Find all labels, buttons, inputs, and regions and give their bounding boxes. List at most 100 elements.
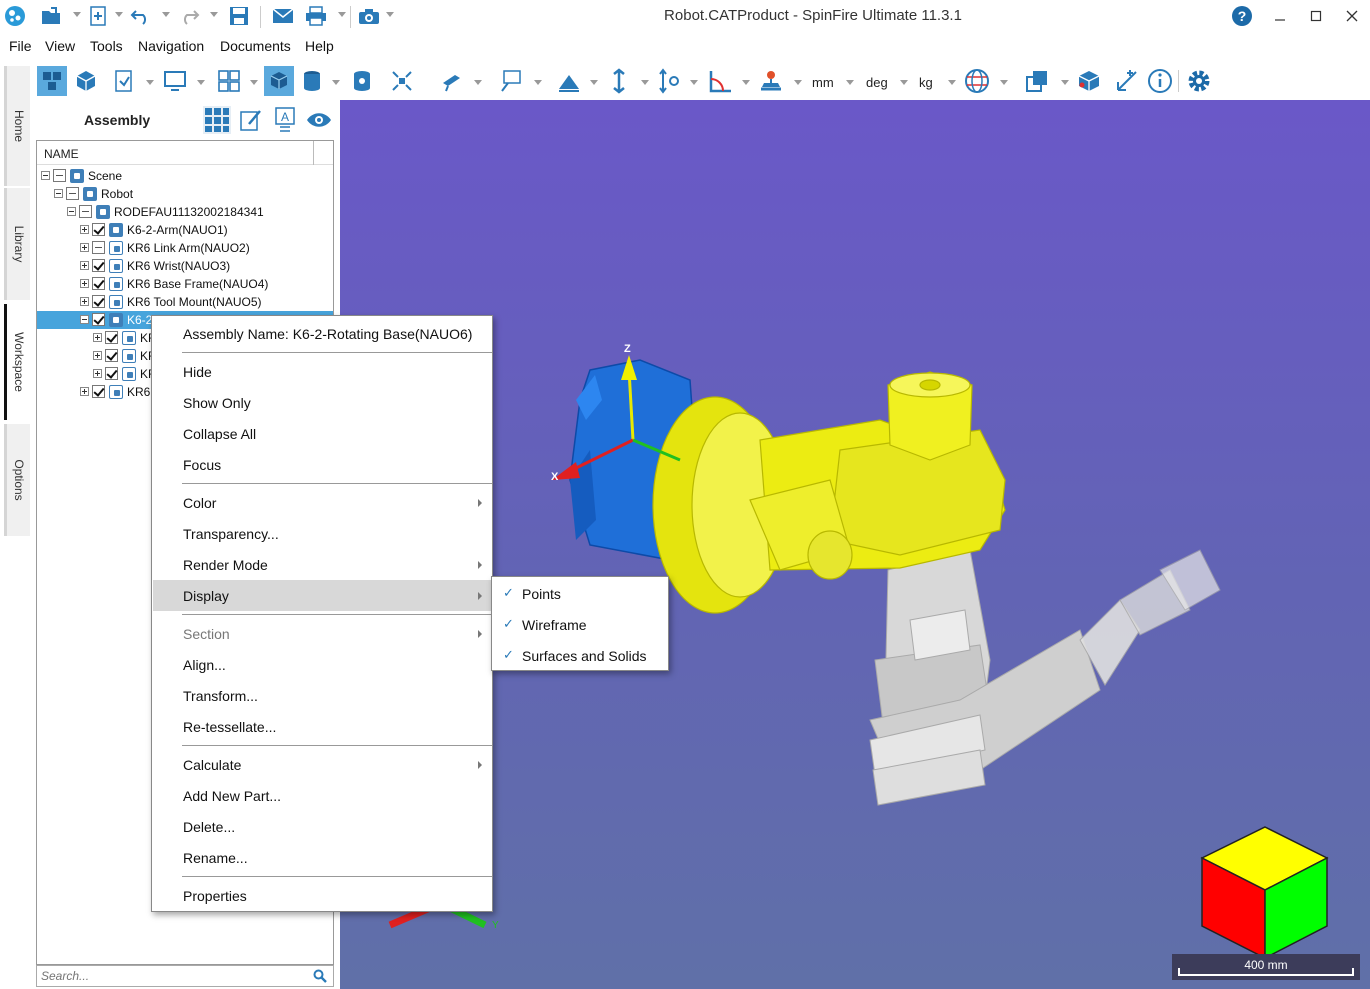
compare-dropdown-icon[interactable]: [1061, 80, 1069, 85]
collapse-toggle[interactable]: [54, 189, 63, 198]
menu-item-properties[interactable]: Properties: [153, 880, 491, 911]
undo-icon[interactable]: [130, 5, 152, 27]
expand-toggle[interactable]: [80, 243, 89, 252]
angle-dropdown-icon[interactable]: [742, 80, 750, 85]
menu-item-focus[interactable]: Focus: [153, 449, 491, 480]
mass-unit-dropdown-icon[interactable]: [948, 80, 956, 85]
menu-view[interactable]: View: [45, 38, 75, 54]
column-separator[interactable]: [313, 141, 314, 165]
menu-item-show-only[interactable]: Show Only: [153, 387, 491, 418]
redo-icon[interactable]: [178, 5, 200, 27]
monitor-dropdown-icon[interactable]: [197, 80, 205, 85]
visibility-checkbox[interactable]: [105, 349, 118, 362]
menu-item-transparency[interactable]: Transparency...: [153, 518, 491, 549]
menu-item-rename[interactable]: Rename...: [153, 842, 491, 873]
menu-item-color[interactable]: Color: [153, 487, 491, 518]
document-dropdown-icon[interactable]: [146, 80, 154, 85]
visibility-checkbox[interactable]: [79, 205, 92, 218]
angle-unit-label[interactable]: deg: [866, 75, 888, 90]
collapse-toggle[interactable]: [41, 171, 50, 180]
submenu-item-points[interactable]: ✓ Points: [493, 578, 667, 609]
menu-item-hide[interactable]: Hide: [153, 356, 491, 387]
menu-documents[interactable]: Documents: [220, 38, 291, 54]
collapse-toggle[interactable]: [67, 207, 76, 216]
new-dropdown-icon[interactable]: [115, 12, 123, 17]
globe-icon[interactable]: [962, 66, 992, 96]
visibility-checkbox[interactable]: [92, 313, 105, 326]
visibility-checkbox[interactable]: [105, 367, 118, 380]
visibility-checkbox[interactable]: [92, 295, 105, 308]
info-icon[interactable]: [1145, 66, 1175, 96]
visibility-checkbox[interactable]: [105, 331, 118, 344]
box-view-icon[interactable]: [71, 66, 101, 96]
open-icon[interactable]: [40, 5, 62, 27]
tree-row[interactable]: KR6 Base Frame(NAUO4): [37, 275, 333, 293]
document-icon[interactable]: [109, 66, 139, 96]
expand-toggle[interactable]: [80, 387, 89, 396]
distance-icon[interactable]: [604, 66, 634, 96]
tab-workspace[interactable]: Workspace: [4, 304, 30, 420]
min-distance-dropdown-icon[interactable]: [690, 80, 698, 85]
minimize-icon[interactable]: [1266, 4, 1294, 28]
axis-icon[interactable]: [1112, 66, 1142, 96]
redo-dropdown-icon[interactable]: [210, 12, 218, 17]
email-icon[interactable]: [272, 5, 294, 27]
collapse-toggle[interactable]: [80, 315, 89, 324]
mass-icon[interactable]: [756, 66, 786, 96]
menu-item-transform[interactable]: Transform...: [153, 680, 491, 711]
menu-item-render-mode[interactable]: Render Mode: [153, 549, 491, 580]
tree-row[interactable]: Scene: [37, 167, 333, 185]
mass-unit-label[interactable]: kg: [919, 75, 933, 90]
print-dropdown-icon[interactable]: [338, 12, 346, 17]
mass-dropdown-icon[interactable]: [794, 80, 802, 85]
expand-toggle[interactable]: [93, 333, 102, 342]
markup-icon[interactable]: [496, 66, 526, 96]
grid-view-icon[interactable]: [203, 106, 231, 134]
compare-icon[interactable]: [1022, 66, 1052, 96]
expand-toggle[interactable]: [80, 279, 89, 288]
menu-item-add-new-part[interactable]: Add New Part...: [153, 780, 491, 811]
annotate-dropdown-icon[interactable]: [474, 80, 482, 85]
min-distance-icon[interactable]: [654, 66, 684, 96]
3d-viewport[interactable]: Z X Y 400 mm: [340, 100, 1370, 989]
shaded-icon[interactable]: [264, 66, 294, 96]
search-icon[interactable]: [313, 969, 327, 986]
help-icon[interactable]: ?: [1228, 4, 1256, 28]
expand-toggle[interactable]: [80, 261, 89, 270]
new-icon[interactable]: [87, 5, 109, 27]
menu-file[interactable]: File: [9, 38, 32, 54]
undo-dropdown-icon[interactable]: [162, 12, 170, 17]
explode-icon[interactable]: [387, 66, 417, 96]
menu-item-retessellate[interactable]: Re-tessellate...: [153, 711, 491, 742]
submenu-item-wireframe[interactable]: ✓ Wireframe: [493, 609, 667, 640]
edit-icon[interactable]: [237, 106, 265, 134]
print-icon[interactable]: [305, 5, 327, 27]
maximize-icon[interactable]: [1302, 4, 1330, 28]
annotate-icon[interactable]: [437, 66, 467, 96]
tab-options[interactable]: Options: [4, 424, 30, 536]
cylinder-icon[interactable]: [297, 66, 327, 96]
cylinder-dropdown-icon[interactable]: [332, 80, 340, 85]
menu-item-calculate[interactable]: Calculate: [153, 749, 491, 780]
menu-item-display[interactable]: Display: [153, 580, 491, 611]
gear-icon[interactable]: [1184, 66, 1214, 96]
visibility-checkbox[interactable]: [92, 223, 105, 236]
navigation-cube[interactable]: [1200, 826, 1329, 960]
tab-library[interactable]: Library: [4, 188, 30, 300]
tree-row[interactable]: Robot: [37, 185, 333, 203]
save-icon[interactable]: [228, 5, 250, 27]
distance-dropdown-icon[interactable]: [641, 80, 649, 85]
menu-item-delete[interactable]: Delete...: [153, 811, 491, 842]
camera-dropdown-icon[interactable]: [386, 12, 394, 17]
part-icon[interactable]: [1074, 66, 1104, 96]
menu-tools[interactable]: Tools: [90, 38, 123, 54]
globe-dropdown-icon[interactable]: [1000, 80, 1008, 85]
expand-toggle[interactable]: [93, 351, 102, 360]
visibility-checkbox[interactable]: [53, 169, 66, 182]
markup-dropdown-icon[interactable]: [534, 80, 542, 85]
monitor-icon[interactable]: [160, 66, 190, 96]
coordinate-icon[interactable]: [554, 66, 584, 96]
menu-item-collapse-all[interactable]: Collapse All: [153, 418, 491, 449]
angle-icon[interactable]: [705, 66, 735, 96]
layout-dropdown-icon[interactable]: [250, 80, 258, 85]
